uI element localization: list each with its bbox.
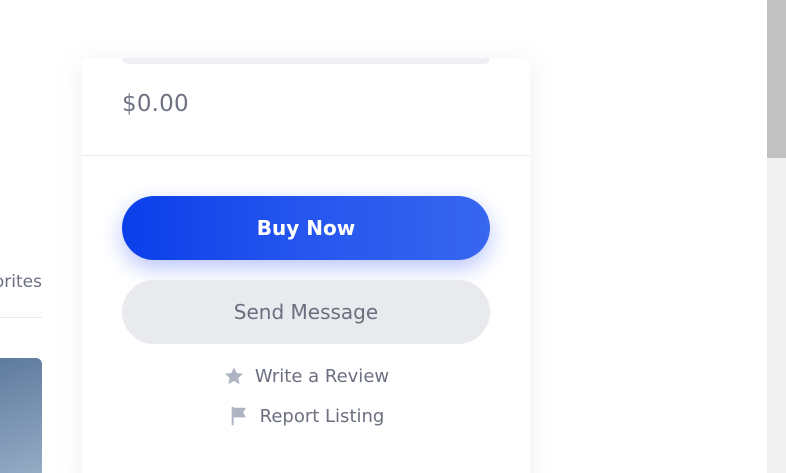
listing-sidebar-card: $0.00 Buy Now Send Message Write a Revie… <box>82 58 530 473</box>
listing-thumbnail[interactable] <box>0 358 42 473</box>
listing-price: $0.00 <box>122 91 189 117</box>
card-divider <box>82 155 530 156</box>
card-top-strip <box>122 58 490 64</box>
buy-now-button[interactable]: Buy Now <box>122 196 490 260</box>
write-review-label: Write a Review <box>254 365 390 387</box>
flag-icon <box>228 405 250 427</box>
report-listing-label: Report Listing <box>259 405 385 427</box>
write-review-link[interactable]: Write a Review <box>82 365 530 387</box>
report-listing-link[interactable]: Report Listing <box>82 405 530 427</box>
send-message-button[interactable]: Send Message <box>122 280 490 344</box>
scrollbar-thumb[interactable] <box>767 0 786 158</box>
page-scrollbar[interactable] <box>767 0 786 473</box>
page: Favorites $0.00 Buy Now Send Message Wri… <box>0 0 786 473</box>
left-divider <box>0 317 42 318</box>
star-icon <box>223 365 245 387</box>
favorites-tab[interactable]: Favorites <box>0 270 42 294</box>
